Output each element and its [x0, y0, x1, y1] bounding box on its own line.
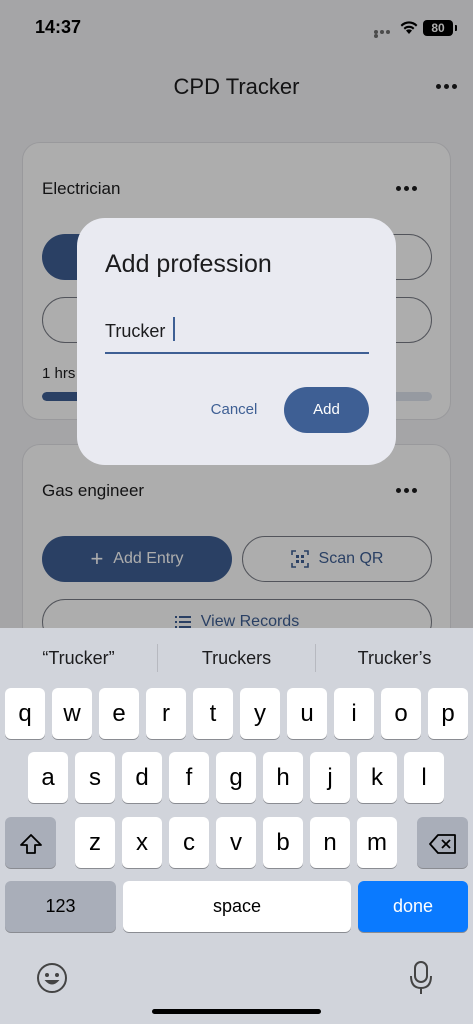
- key-b[interactable]: b: [263, 817, 303, 868]
- key-d[interactable]: d: [122, 752, 162, 803]
- key-a[interactable]: a: [28, 752, 68, 803]
- done-key[interactable]: done: [358, 881, 468, 932]
- text-cursor: [173, 317, 175, 341]
- key-x[interactable]: x: [122, 817, 162, 868]
- profession-name-value: Trucker: [105, 321, 166, 341]
- add-button[interactable]: Add: [284, 387, 369, 433]
- key-k[interactable]: k: [357, 752, 397, 803]
- key-i[interactable]: i: [334, 688, 374, 739]
- suggestion-bar: “Trucker” Truckers Trucker’s: [0, 628, 473, 688]
- key-h[interactable]: h: [263, 752, 303, 803]
- shift-key[interactable]: [5, 817, 56, 868]
- key-f[interactable]: f: [169, 752, 209, 803]
- suggestion-item[interactable]: “Trucker”: [0, 648, 157, 669]
- key-v[interactable]: v: [216, 817, 256, 868]
- suggestion-item[interactable]: Trucker’s: [316, 648, 473, 669]
- space-key[interactable]: space: [123, 881, 351, 932]
- key-l[interactable]: l: [404, 752, 444, 803]
- numbers-key[interactable]: 123: [5, 881, 116, 932]
- key-o[interactable]: o: [381, 688, 421, 739]
- backspace-icon: [428, 833, 456, 854]
- key-t[interactable]: t: [193, 688, 233, 739]
- key-r[interactable]: r: [146, 688, 186, 739]
- key-n[interactable]: n: [310, 817, 350, 868]
- key-m[interactable]: m: [357, 817, 397, 868]
- key-s[interactable]: s: [75, 752, 115, 803]
- key-z[interactable]: z: [75, 817, 115, 868]
- microphone-icon[interactable]: [409, 960, 433, 996]
- backspace-key[interactable]: [417, 817, 468, 868]
- home-indicator[interactable]: [152, 1009, 321, 1014]
- key-g[interactable]: g: [216, 752, 256, 803]
- key-u[interactable]: u: [287, 688, 327, 739]
- dialog-title: Add profession: [105, 250, 272, 278]
- add-profession-dialog: Add profession Trucker Cancel Add: [77, 218, 396, 465]
- key-q[interactable]: q: [5, 688, 45, 739]
- key-c[interactable]: c: [169, 817, 209, 868]
- key-p[interactable]: p: [428, 688, 468, 739]
- key-e[interactable]: e: [99, 688, 139, 739]
- cancel-button[interactable]: Cancel: [194, 390, 274, 430]
- emoji-icon[interactable]: [36, 962, 68, 994]
- shift-icon: [19, 833, 42, 854]
- suggestion-item[interactable]: Truckers: [158, 648, 315, 669]
- profession-name-input[interactable]: Trucker: [105, 312, 369, 354]
- key-y[interactable]: y: [240, 688, 280, 739]
- on-screen-keyboard: “Trucker” Truckers Trucker’s q w e r t y…: [0, 628, 473, 1024]
- key-j[interactable]: j: [310, 752, 350, 803]
- key-w[interactable]: w: [52, 688, 92, 739]
